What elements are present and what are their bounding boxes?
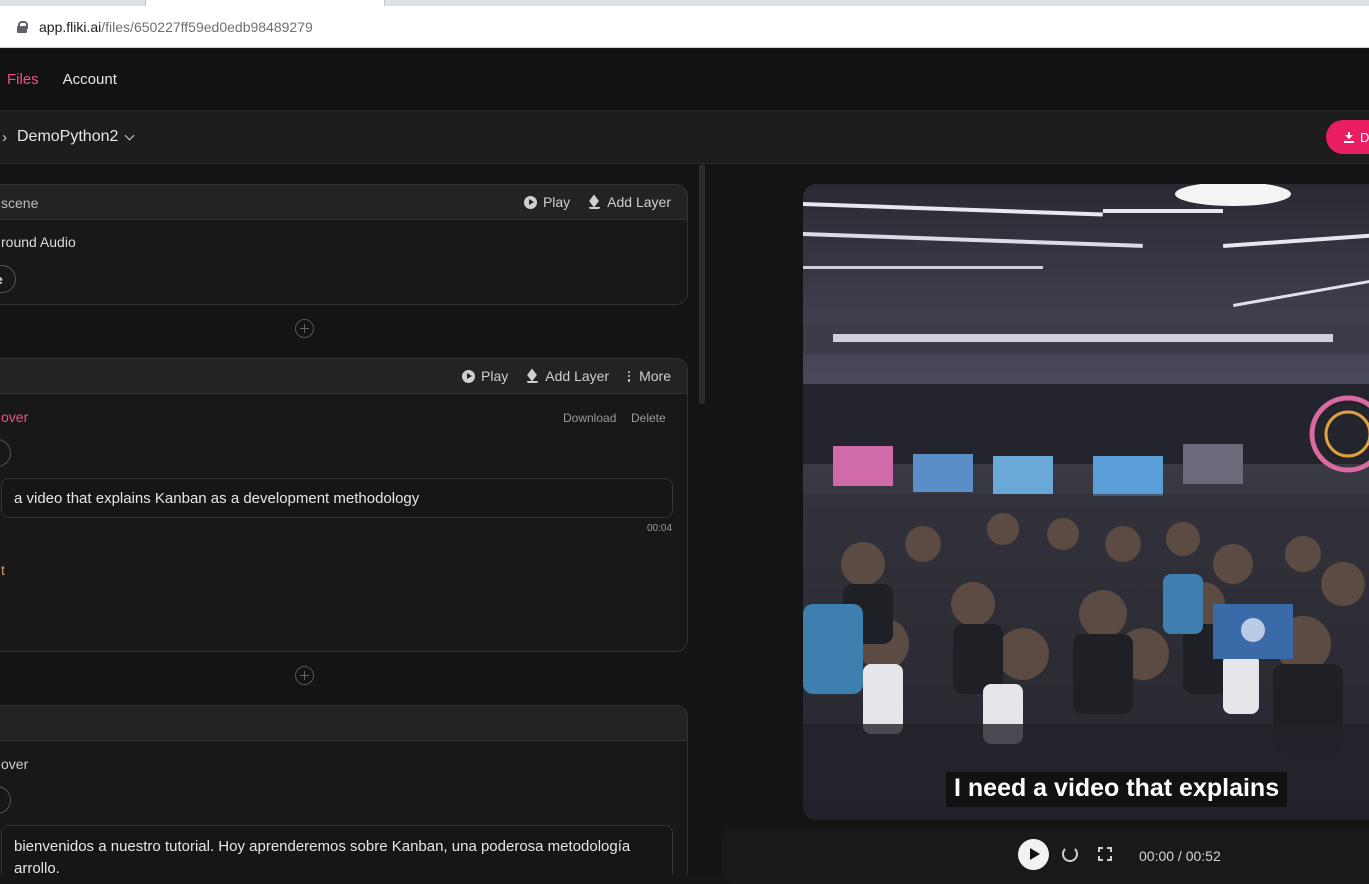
nav-files[interactable]: Files <box>7 71 39 88</box>
card-header-label: scene <box>1 195 39 211</box>
more-button[interactable]: More <box>627 368 671 384</box>
video-preview[interactable]: I need a video that explains <box>803 184 1369 820</box>
url-host: app.fliki.ai <box>39 18 102 35</box>
card-header: scene Play Add Layer <box>0 185 687 220</box>
url-path: /files/650227ff59ed0edb98489279 <box>101 18 313 35</box>
time-display: 00:00 / 00:52 <box>1139 848 1221 864</box>
file-button[interactable]: file <box>0 265 16 293</box>
play-icon <box>523 195 537 209</box>
card-actions: Play Add Layer <box>506 194 671 210</box>
preview-pane: I need a video that explains 00:00 / 00:… <box>706 164 1369 884</box>
download-button[interactable]: D <box>1326 120 1369 154</box>
add-layer-label: Add Layer <box>545 368 610 384</box>
play-button[interactable]: Play <box>462 368 508 384</box>
address-bar[interactable]: app.fliki.ai/files/650227ff59ed0edb98489… <box>0 6 1369 48</box>
classroom-scene-image <box>803 184 1369 820</box>
download-link[interactable]: Download <box>563 411 616 425</box>
voiceover-label: over <box>1 756 29 772</box>
voice-selector[interactable] <box>0 439 11 467</box>
voiceover-text-field[interactable]: bienvenidos a nuestro tutorial. Hoy apre… <box>1 825 673 875</box>
card-actions: Play Add Layer More <box>444 368 671 384</box>
add-layer-button[interactable]: Add Layer <box>526 368 609 384</box>
add-layer-button[interactable]: Add Layer <box>588 194 671 210</box>
voiceover-text-field[interactable]: a video that explains Kanban as a develo… <box>1 478 673 518</box>
global-scene-card: scene Play Add Layer round Audio file <box>0 184 688 305</box>
play-button[interactable]: Play <box>523 194 571 210</box>
download-button-label: D <box>1360 129 1369 145</box>
download-icon-base <box>1344 141 1354 143</box>
card-header: Play Add Layer More <box>0 359 687 394</box>
scene-editor: scene Play Add Layer round Audio file Pl… <box>0 164 706 875</box>
scene-card-2: over bienvenidos a nuestro tutorial. Hoy… <box>0 705 688 875</box>
background-audio-label: round Audio <box>1 234 76 250</box>
player-controls: 00:00 / 00:52 <box>722 828 1369 884</box>
layer-label: t <box>1 562 5 578</box>
scrollbar[interactable] <box>699 164 705 404</box>
play-icon <box>462 369 476 383</box>
voice-selector[interactable] <box>0 786 11 814</box>
project-title[interactable]: DemoPython2 <box>17 128 118 146</box>
chevron-down-icon[interactable] <box>124 130 135 140</box>
voiceover-label: over <box>1 409 29 425</box>
scene-card-1: Play Add Layer More over Download Delete… <box>0 358 688 652</box>
nav-account[interactable]: Account <box>63 71 117 88</box>
fullscreen-icon[interactable] <box>1098 847 1112 861</box>
play-label: Play <box>542 194 571 210</box>
lock-icon <box>17 20 28 33</box>
add-scene-icon[interactable] <box>295 666 314 685</box>
layers-icon <box>526 370 539 383</box>
top-navigation: Files Account <box>0 49 1369 111</box>
play-icon[interactable] <box>1018 839 1049 870</box>
replay-icon[interactable] <box>1062 846 1078 862</box>
video-caption: I need a video that explains <box>946 772 1288 807</box>
layers-icon <box>588 196 601 209</box>
play-label: Play <box>481 368 509 384</box>
voiceover-text-line: bienvenidos a nuestro tutorial. Hoy apre… <box>14 838 631 855</box>
more-vertical-icon <box>627 370 631 383</box>
add-layer-label: Add Layer <box>607 194 671 210</box>
voiceover-text-line: arrollo. <box>14 860 60 875</box>
url-text[interactable]: app.fliki.ai/files/650227ff59ed0edb98489… <box>39 19 313 35</box>
duration-label: 00:04 <box>647 523 673 534</box>
delete-link[interactable]: Delete <box>631 411 666 425</box>
card-header <box>0 706 687 741</box>
chevron-right-icon[interactable]: › <box>2 129 7 146</box>
more-label: More <box>639 368 671 384</box>
add-scene-icon[interactable] <box>295 319 314 338</box>
project-bar: › DemoPython2 D <box>0 111 1369 164</box>
